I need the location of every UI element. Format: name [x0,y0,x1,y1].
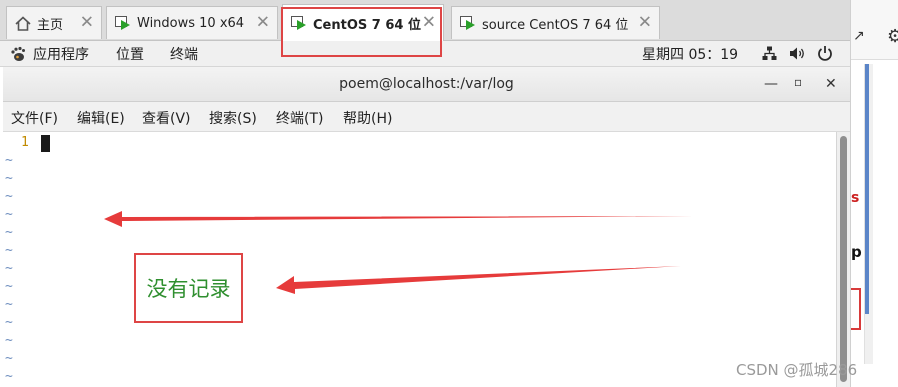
minimize-icon[interactable]: — [764,76,778,92]
tab-windows-10[interactable]: Windows 10 x64 ✕ [106,6,278,39]
menu-file[interactable]: 文件(F) [11,108,58,128]
places-menu[interactable]: 位置 [116,44,144,64]
terminal-app-menu[interactable]: 终端 [170,44,198,64]
network-icon[interactable] [762,46,777,61]
tab-home[interactable]: 主页 ✕ [6,6,102,39]
annotation-box: 没有记录 [134,253,243,323]
terminal-content[interactable]: 1 ~ ~ ~ ~ ~ ~ ~ ~ ~ ~ ~ ~ ~ [3,132,836,387]
close-icon[interactable]: ✕ [80,13,94,33]
background-window: ↗ ⚙ s p [850,0,898,387]
close-icon[interactable]: ✕ [638,13,652,33]
background-red-bracket [851,288,861,330]
vim-empty-line-marker: ~ [5,351,13,366]
menu-search[interactable]: 搜索(S) [209,108,257,128]
background-toolbar: ↗ ⚙ [851,0,898,60]
vim-empty-line-marker: ~ [5,207,13,222]
vim-empty-line-marker: ~ [5,171,13,186]
text-cursor [41,135,50,152]
scrollbar-thumb[interactable] [840,136,847,382]
vm-play-icon [460,15,476,31]
line-number: 1 [21,135,29,150]
maximize-icon[interactable]: ▫ [794,75,802,89]
vim-empty-line-marker: ~ [5,225,13,240]
vm-play-icon [115,15,131,31]
gnome-foot-icon [11,46,25,61]
terminal-scrollbar[interactable] [836,132,850,387]
tab-source-centos-7[interactable]: source CentOS 7 64 位 ✕ [451,6,660,39]
terminal-titlebar[interactable]: poem@localhost:/var/log — ▫ ✕ [3,67,850,102]
background-letter-p: p [851,243,862,261]
clock[interactable]: 星期四 05：19 [642,44,738,64]
menu-terminal[interactable]: 终端(T) [276,108,323,128]
vim-empty-line-marker: ~ [5,261,13,276]
highlight-box-active-tab [281,7,442,57]
terminal-title: poem@localhost:/var/log [339,76,514,92]
tab-label: 主页 [37,17,64,33]
background-accent-bar [865,64,869,314]
menu-edit[interactable]: 编辑(E) [77,108,125,128]
close-icon[interactable]: ✕ [825,76,837,92]
tab-label: source CentOS 7 64 位 [482,17,629,33]
expand-icon[interactable]: ↗ [853,28,865,44]
home-icon [15,15,31,31]
applications-menu[interactable]: 应用程序 [10,44,89,64]
vim-empty-line-marker: ~ [5,369,13,384]
volume-icon[interactable] [789,46,806,61]
background-letter-s: s [851,190,860,206]
annotation-text: 没有记录 [146,277,231,301]
vim-empty-line-marker: ~ [5,189,13,204]
gear-icon[interactable]: ⚙ [887,26,898,47]
vim-empty-line-marker: ~ [5,243,13,258]
vim-empty-line-marker: ~ [5,279,13,294]
csdn-watermark: CSDN @孤城286 [736,361,858,379]
tab-label: Windows 10 x64 [137,15,245,31]
terminal-menubar: 文件(F) 编辑(E) 查看(V) 搜索(S) 终端(T) 帮助(H) [3,102,850,132]
menu-help[interactable]: 帮助(H) [343,108,392,128]
vim-empty-line-marker: ~ [5,315,13,330]
menu-view[interactable]: 查看(V) [142,108,191,128]
applications-label: 应用程序 [33,47,89,63]
vim-empty-line-marker: ~ [5,153,13,168]
vim-empty-line-marker: ~ [5,333,13,348]
power-icon[interactable] [817,45,833,61]
close-icon[interactable]: ✕ [256,13,270,33]
vim-empty-line-marker: ~ [5,297,13,312]
